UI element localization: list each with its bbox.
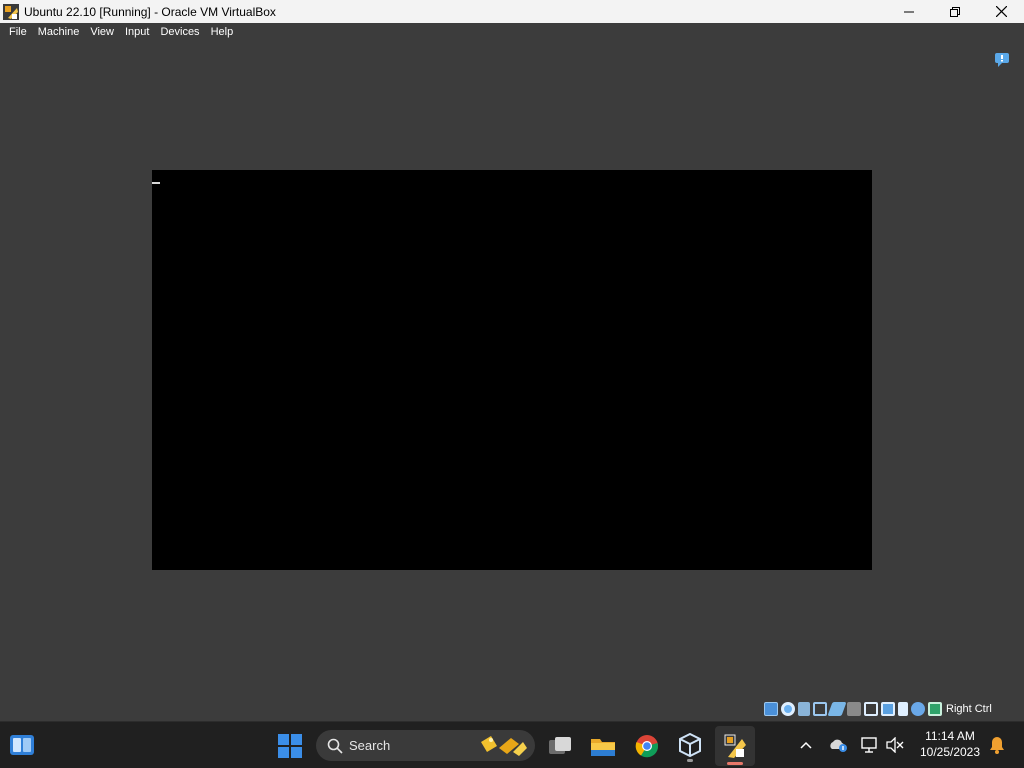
close-icon: [995, 6, 1007, 17]
task-view-icon[interactable]: [546, 732, 574, 760]
notification-bell-icon[interactable]: [987, 735, 1007, 755]
message-notification-icon[interactable]: [994, 52, 1010, 68]
menu-help[interactable]: Help: [206, 23, 240, 42]
menu-view[interactable]: View: [85, 23, 120, 42]
close-button[interactable]: [978, 0, 1024, 23]
file-explorer-icon[interactable]: [589, 732, 617, 760]
running-indicator: [687, 759, 693, 762]
mouse-integration-icon[interactable]: [911, 702, 925, 716]
hard-disk-icon[interactable]: [764, 702, 778, 716]
chrome-icon[interactable]: [633, 732, 661, 760]
widgets-icon[interactable]: [8, 732, 36, 758]
audio-icon[interactable]: [798, 702, 810, 716]
clock-date: 10/25/2023: [919, 745, 981, 759]
system-clock[interactable]: 11:14 AM 10/25/2023: [914, 728, 986, 760]
clock-time: 11:14 AM: [925, 729, 975, 743]
search-highlight-icon: [481, 736, 527, 756]
recording-icon[interactable]: [881, 702, 895, 716]
network-status-icon[interactable]: [859, 735, 881, 755]
menu-bar: File Machine View Input Devices Help: [0, 23, 1024, 42]
shared-folders-icon[interactable]: [847, 702, 861, 716]
restore-button[interactable]: [932, 0, 978, 23]
search-icon: [327, 738, 343, 754]
minimize-button[interactable]: [886, 0, 932, 23]
display-icon[interactable]: [864, 702, 878, 716]
vm-display[interactable]: [152, 170, 872, 570]
show-hidden-icons-chevron-up-icon[interactable]: [797, 736, 815, 754]
optical-drive-icon[interactable]: [781, 702, 795, 716]
virtualbox-vm-taskbar-icon[interactable]: [715, 726, 755, 766]
start-button[interactable]: [276, 732, 304, 760]
usb-icon[interactable]: [827, 702, 847, 716]
host-key-label[interactable]: Right Ctrl: [946, 703, 992, 715]
virtualization-icon[interactable]: [898, 702, 908, 716]
onedrive-icon[interactable]: [828, 736, 848, 754]
volume-muted-icon[interactable]: [885, 736, 905, 754]
network-icon[interactable]: [813, 702, 827, 716]
minimize-icon: [904, 11, 914, 12]
menu-file[interactable]: File: [4, 23, 33, 42]
windows-logo-icon: [278, 734, 302, 758]
vm-status-bar: Right Ctrl: [764, 698, 992, 720]
menu-input[interactable]: Input: [120, 23, 155, 42]
active-indicator: [727, 762, 743, 765]
taskbar-search-box[interactable]: Search: [316, 730, 535, 761]
virtualbox-manager-taskbar-icon[interactable]: [676, 730, 704, 762]
virtualbox-app-icon: [3, 3, 19, 20]
text-cursor: [152, 182, 160, 184]
search-label: Search: [349, 738, 391, 753]
restore-icon: [950, 6, 960, 17]
menu-devices[interactable]: Devices: [155, 23, 205, 42]
windows-taskbar: Search 11:14 AM 10/25/2023: [0, 721, 1024, 768]
window-title: Ubuntu 22.10 [Running] - Oracle VM Virtu…: [24, 4, 276, 19]
keyboard-icon[interactable]: [928, 702, 942, 716]
window-title-bar[interactable]: Ubuntu 22.10 [Running] - Oracle VM Virtu…: [0, 0, 1024, 23]
menu-machine[interactable]: Machine: [33, 23, 86, 42]
